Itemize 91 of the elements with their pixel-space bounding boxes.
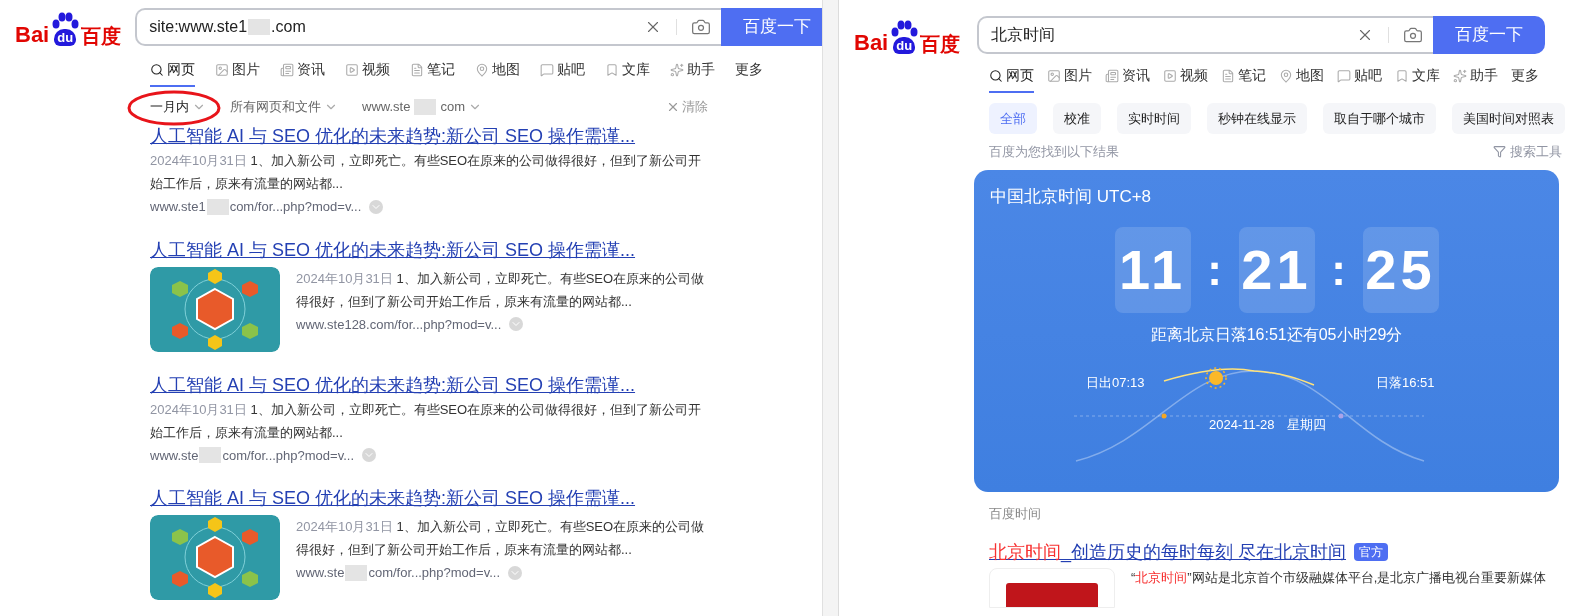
blurred-patch [414,99,437,115]
search-query: 北京时间 [991,25,1056,45]
card-source: 百度时间 [989,505,1041,521]
nav-tab[interactable]: 笔记 [1221,60,1266,93]
picture-icon [215,62,229,77]
nav-tab[interactable]: 视频 [345,54,390,87]
sunset-time: 日落16:51 [1376,374,1435,392]
nav-tab[interactable]: 网页 [989,60,1034,93]
blurred-patch [199,447,222,464]
nav-tab[interactable]: 资讯 [1105,60,1150,93]
chat-icon [1337,68,1351,83]
search-button[interactable]: 百度一下 [721,8,822,46]
blurred-patch [345,564,368,581]
card-title: 中国北京时间 UTC+8 [990,186,1152,206]
newspaper-icon [1105,68,1119,83]
map-pin-icon [475,62,489,77]
time-digit-tile: 11 [1114,227,1191,313]
search-query: site:www.ste1 .com [149,17,306,37]
nav-tab[interactable]: 视频 [1163,60,1208,93]
nav-tab[interactable]: 文库 [605,54,650,87]
nav-tab[interactable]: 贴吧 [1337,60,1382,93]
nav-tab[interactable]: 资讯 [280,54,325,87]
result-snippet: 2024年10月31日 1、加入新公司，立即死亡。有些SEO在原来的公司做得很好，但到了新公司开始工作后，原来有流量的网站都... [150,152,703,193]
nav-tab[interactable]: 地图 [1279,60,1324,93]
play-icon [1163,68,1177,83]
time-separator: : [1206,244,1223,296]
result-url[interactable]: www.ste128.com/for...php?mod=v... [296,314,502,334]
official-badge: 官方 [1354,543,1388,561]
sparkle-icon [1453,68,1467,83]
result-url[interactable]: www.ste com/for...php?mod=v... [296,563,501,583]
nav-tab[interactable]: 更多 [1511,60,1539,93]
nav-tab[interactable]: 笔记 [410,54,455,87]
result-snippet: “北京时间”网站是北京首个市级融媒体平台,是北京广播电视台重要新媒体 [1131,568,1547,587]
play-icon [345,62,359,77]
filter-chip[interactable]: 美国时间对照表 [1452,103,1565,134]
search-field[interactable]: site:www.ste1 .com [135,8,722,46]
bookmark-icon [1395,68,1409,83]
nav-tab[interactable]: 助手 [670,54,715,87]
search-icon [150,62,164,77]
result-snippet: 2024年10月31日 1、加入新公司，立即死亡。有些SEO在原来的公司做得很好，但到了新公司开始工作后，原来有流量的网站都... [150,400,703,442]
nav-tab[interactable]: 更多 [735,54,763,87]
picture-icon [1047,68,1061,83]
nav-tab[interactable]: 贴吧 [540,54,585,87]
sunrise-time: 日出07:13 [1086,374,1145,392]
time-separator: : [1330,244,1347,296]
chat-icon [540,62,554,77]
note-icon [410,62,424,77]
baidu-logo[interactable]: Bai du 百度 [854,16,961,54]
bookmark-icon [605,62,619,77]
search-button[interactable]: 百度一下 [1433,16,1545,54]
filter-chip[interactable]: 秒钟在线显示 [1207,103,1307,134]
nav-tab[interactable]: 文库 [1395,60,1440,93]
nav-tab[interactable]: 网页 [150,54,195,87]
nav-tab[interactable]: 图片 [215,54,260,87]
note-icon [1221,68,1235,83]
result-title[interactable]: 人工智能 AI 与 SEO 优化的未来趋势:新公司 SEO 操作需谨... [150,371,710,398]
search-field[interactable]: 北京时间 [977,16,1433,54]
sunset-countdown: 距离北京日落16:51还有05小时29分 [1150,326,1403,343]
map-pin-icon [1279,68,1293,83]
camera-icon[interactable] [1403,25,1423,45]
result-snippet: 2024年10月31日 1、加入新公司，立即死亡。有些SEO在原来的公司做得很好，但到了新公司开始工作后，原来有流量的网站都... [296,269,706,311]
nav-tab[interactable]: 助手 [1453,60,1498,93]
result-url[interactable]: www.ste com/for...php?mod=v... [150,445,355,465]
filter-dropdown[interactable]: 所有网页和文件 [230,97,338,117]
blurred-patch [206,198,229,215]
weekday-text: 星期四 [1287,416,1326,434]
result-count: 百度为您找到以下结果 [989,143,1119,161]
filter-icon [1493,145,1506,159]
result-title[interactable]: 人工智能 AI 与 SEO 优化的未来趋势:新公司 SEO 操作需谨... [150,485,710,511]
filter-chip[interactable]: 取自于哪个城市 [1323,103,1436,134]
close-icon [666,100,680,114]
filter-chip[interactable]: 校准 [1053,103,1101,134]
camera-icon[interactable] [691,17,712,37]
nav-tab[interactable]: 地图 [475,54,520,87]
time-digit-tile: 21 [1238,227,1315,313]
search-icon [989,68,1003,83]
result-snippet: 2024年10月31日 1、加入新公司，立即死亡。有些SEO在原来的公司做得很好，但到了新公司开始工作后，原来有流量的网站都... [296,518,706,559]
result-title[interactable]: 人工智能 AI 与 SEO 优化的未来趋势:新公司 SEO 操作需谨... [150,236,710,263]
date-text: 2024-11-28 [1209,416,1275,434]
time-digit-tile: 25 [1362,227,1439,313]
result-title[interactable]: 北京时间_创造历史的每时每刻 尽在北京时间 [989,538,1346,566]
baidu-logo[interactable]: Bai du 百度 [15,8,122,46]
newspaper-icon [280,62,294,77]
filter-dropdown[interactable]: www.ste com [362,97,482,117]
result-url[interactable]: www.ste1 com/for...php?mod=v... [150,197,362,217]
filter-chip[interactable]: 实时时间 [1117,103,1191,134]
filter-chip[interactable]: 全部 [989,103,1037,134]
result-title[interactable]: 人工智能 AI 与 SEO 优化的未来趋势:新公司 SEO 操作需谨... [150,123,710,149]
blurred-patch [248,19,271,35]
nav-tab[interactable]: 图片 [1047,60,1092,93]
sparkle-icon [670,62,684,77]
